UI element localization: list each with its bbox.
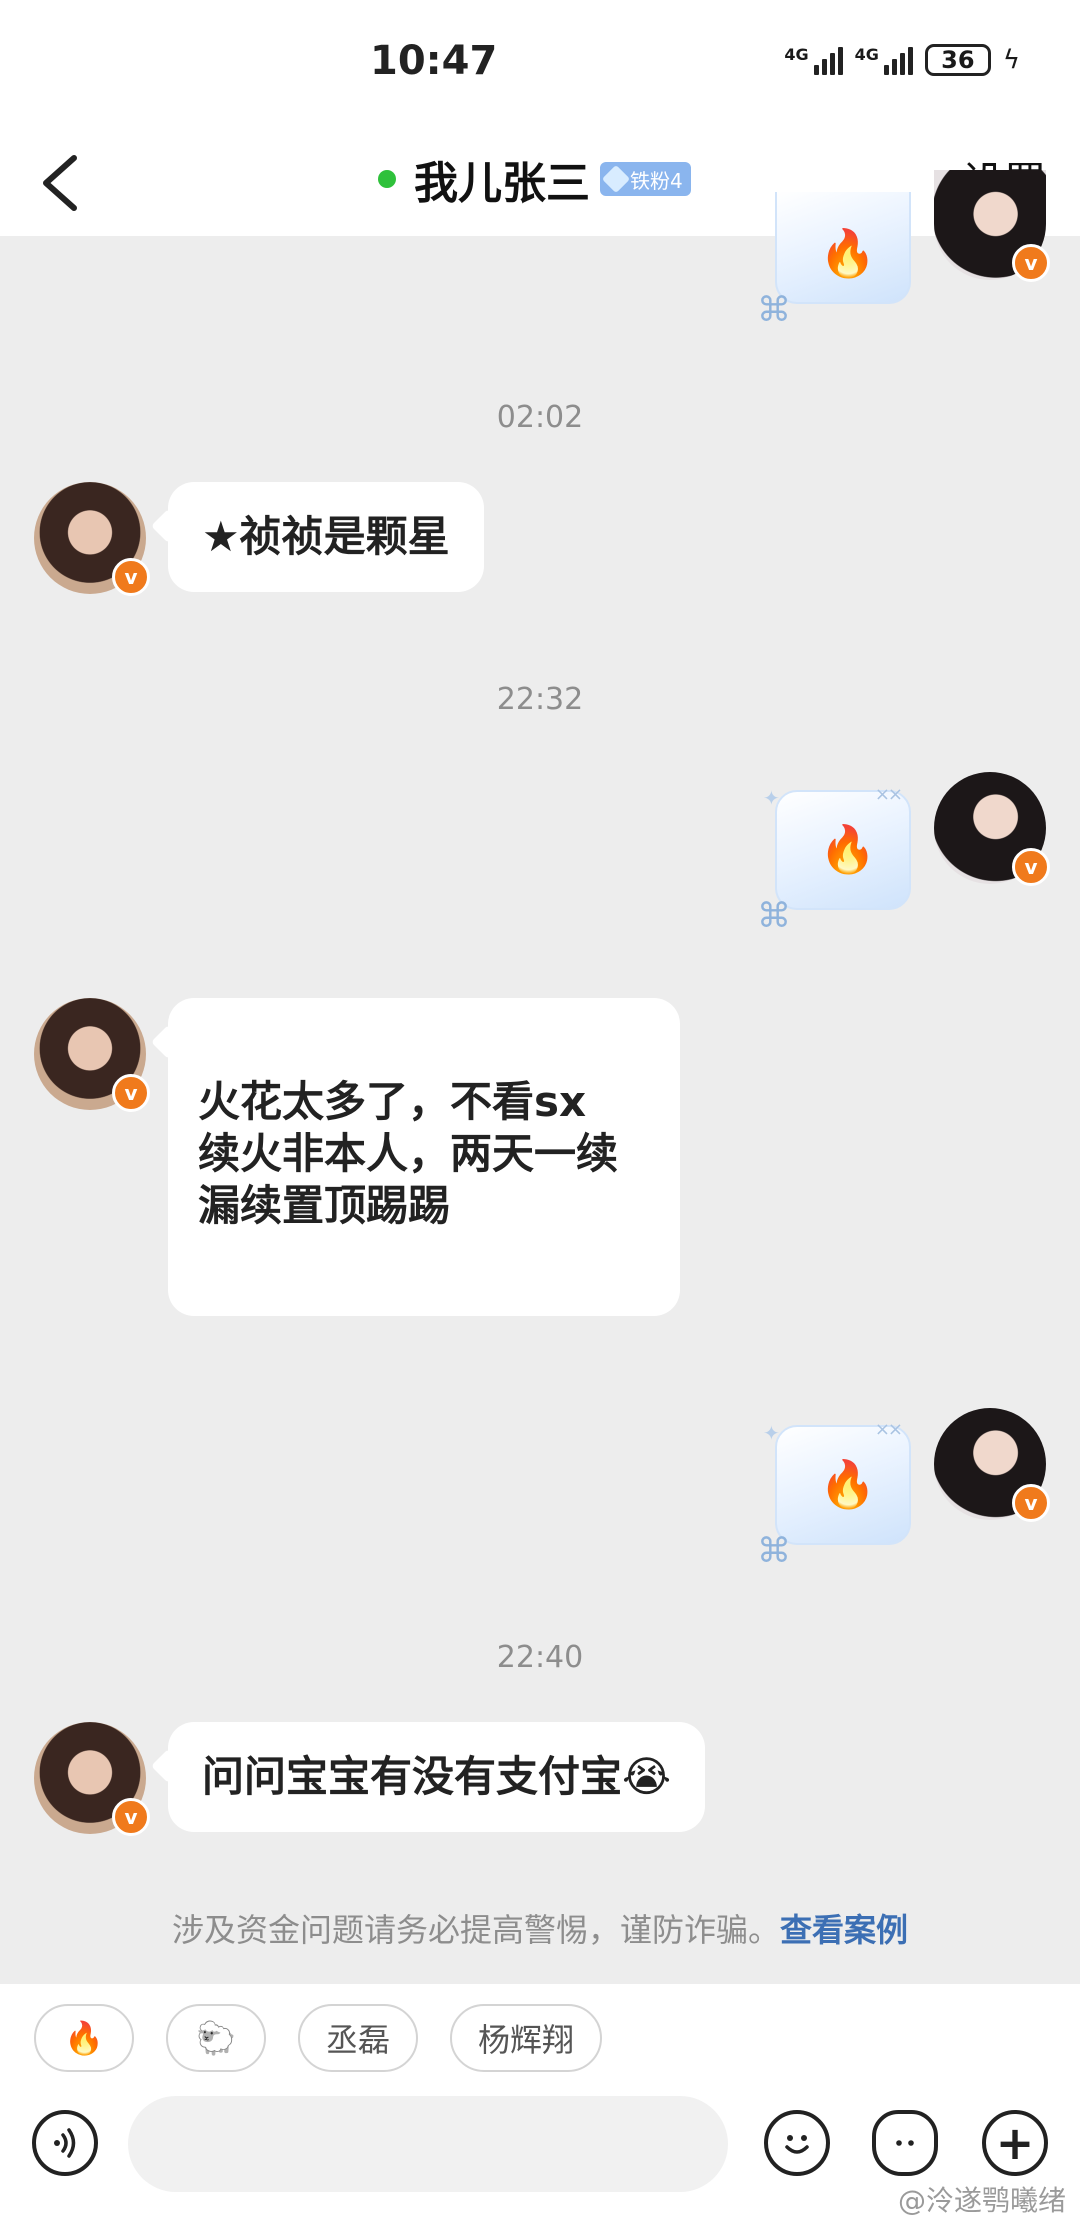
bow-icon: ⌘ — [757, 290, 791, 330]
view-cases-link[interactable]: 查看案例 — [780, 1911, 908, 1949]
decoration-icon: ×× — [874, 784, 903, 805]
chat-header: 我儿张三 铁粉4 设置 — [0, 130, 1080, 236]
message-text: ★祯祯是颗星 — [202, 512, 450, 561]
chat-title-group[interactable]: 我儿张三 铁粉4 — [378, 144, 691, 214]
battery-icon: 36 — [924, 44, 991, 76]
message-bubble-received[interactable]: 火花太多了，不看sx 续火非本人，两天一续 漏续置顶踢踢 — [168, 998, 680, 1316]
message-input[interactable] — [128, 2096, 728, 2192]
status-bar: 10:47 4G 4G 36 ϟ — [0, 0, 1080, 130]
sparkle-icon: ✦ — [763, 1421, 780, 1445]
timestamp: 02:02 — [496, 400, 584, 435]
message-text: 火花太多了，不看sx 续火非本人，两天一续 漏续置顶踢踢 — [198, 1077, 619, 1230]
verified-badge: v — [1012, 244, 1050, 282]
chat-title: 我儿张三 — [414, 158, 590, 209]
avatar-self[interactable]: v — [934, 170, 1050, 282]
decoration-icon: ×× — [874, 1419, 903, 1440]
fire-icon: 🔥 — [819, 822, 877, 876]
plus-icon[interactable]: + — [982, 2110, 1048, 2176]
timestamp: 22:32 — [496, 682, 584, 717]
fan-level-badge: 铁粉4 — [600, 162, 691, 196]
bottom-panel: 🔥 🐑 丞磊 杨辉翔 + @泠遂鹗曦绪 — [0, 1984, 1080, 2227]
verified-badge: v — [112, 1798, 150, 1836]
avatar-self[interactable]: v — [934, 772, 1050, 886]
fraud-warning: 涉及资金问题请务必提高警惕，谨防诈骗。查看案例 — [0, 1905, 1080, 1951]
charging-icon: ϟ — [1002, 45, 1020, 75]
online-status-dot — [378, 170, 396, 188]
back-icon[interactable] — [36, 148, 86, 218]
bow-icon: ⌘ — [757, 1531, 791, 1571]
message-text: 问问宝宝有没有支付宝😭 — [202, 1752, 672, 1801]
verified-badge: v — [112, 558, 150, 596]
quick-reply-sheep[interactable]: 🐑 — [166, 2004, 266, 2072]
watermark: @泠遂鹗曦绪 — [897, 2184, 1066, 2217]
emoji-icon[interactable] — [764, 2110, 830, 2176]
quick-reply-fire[interactable]: 🔥 — [34, 2004, 134, 2072]
fire-icon: 🔥 — [819, 1457, 877, 1511]
avatar-contact[interactable]: v — [34, 1722, 150, 1836]
quick-reply-bar: 🔥 🐑 丞磊 杨辉翔 — [34, 2004, 603, 2072]
signal-icon: 4G — [784, 45, 843, 75]
message-bubble-received[interactable]: ★祯祯是颗星 — [168, 482, 484, 592]
sticker-icon[interactable] — [872, 2110, 938, 2176]
spark-message-card[interactable]: ✦ ×× 🔥 ⌘ — [757, 1419, 911, 1571]
verified-badge: v — [112, 1074, 150, 1112]
voice-icon[interactable] — [32, 2110, 98, 2176]
status-time: 10:47 — [370, 38, 498, 84]
avatar-self[interactable]: v — [934, 1408, 1050, 1522]
spark-message-card[interactable]: ✦ ×× 🔥 ⌘ — [757, 784, 911, 936]
warning-text: 涉及资金问题请务必提高警惕，谨防诈骗。 — [171, 1911, 780, 1949]
message-bubble-received[interactable]: 问问宝宝有没有支付宝😭 — [168, 1722, 706, 1832]
timestamp: 22:40 — [496, 1640, 584, 1675]
diamond-icon — [601, 164, 631, 194]
quick-reply-chenglei[interactable]: 丞磊 — [298, 2004, 419, 2072]
bow-icon: ⌘ — [757, 896, 791, 936]
fire-icon: 🔥 — [819, 226, 877, 280]
verified-badge: v — [1012, 1484, 1050, 1522]
status-icons: 4G 4G 36 ϟ — [784, 44, 1020, 76]
avatar-contact[interactable]: v — [34, 998, 150, 1112]
quick-reply-yanghuixiang[interactable]: 杨辉翔 — [450, 2004, 603, 2072]
signal-icon-2: 4G — [855, 45, 913, 75]
sparkle-icon: ✦ — [763, 786, 780, 810]
verified-badge: v — [1012, 848, 1050, 886]
avatar-contact[interactable]: v — [34, 482, 150, 596]
spark-message-card[interactable]: 🔥 ⌘ — [757, 192, 911, 330]
